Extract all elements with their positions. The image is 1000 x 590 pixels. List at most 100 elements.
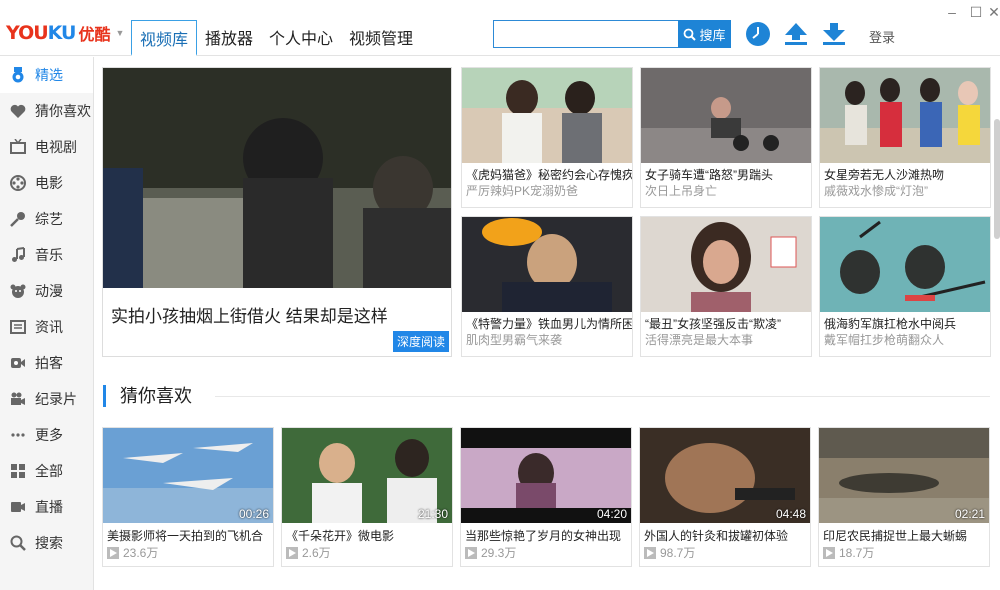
scrollbar[interactable] xyxy=(994,119,1000,239)
heart-icon xyxy=(9,102,27,120)
views-count: 23.6万 xyxy=(123,546,159,560)
card-thumbnail[interactable] xyxy=(641,68,811,163)
video-thumbnail[interactable]: 21:30 xyxy=(282,428,452,523)
card-subtitle: 肌肉型男霸气来袭 xyxy=(466,333,563,347)
youku-logo[interactable]: YOU KU 优酷 ▼ xyxy=(6,22,124,44)
card-title[interactable]: 女子骑车遭“路怒”男踹头 xyxy=(641,163,811,181)
play-count-icon xyxy=(465,546,477,559)
video-card[interactable]: 04:48 外国人的针灸和拔罐初体验 98.7万 xyxy=(639,427,811,567)
sidebar-item-label: 电视剧 xyxy=(35,139,77,155)
card-thumbnail[interactable] xyxy=(820,217,990,312)
video-views: 29.3万 xyxy=(461,542,631,563)
close-icon[interactable]: ✕ xyxy=(986,4,1000,20)
sidebar-item-label: 全部 xyxy=(35,463,63,479)
video-duration: 00:26 xyxy=(238,507,269,521)
featured-card[interactable]: 《虎妈猫爸》秘密约会心存愧疚 严厉辣妈PK宠溺奶爸 xyxy=(461,67,633,208)
video-duration: 04:20 xyxy=(596,507,627,521)
featured-card[interactable]: 女子骑车遭“路怒”男踹头 次日上吊身亡 xyxy=(640,67,812,208)
featured-card[interactable]: 《特警力量》铁血男儿为情所困 肌肉型男霸气来袭 xyxy=(461,216,633,357)
video-title[interactable]: 美摄影师将一天拍到的飞机合 xyxy=(103,523,273,542)
upload-icon[interactable] xyxy=(782,20,810,48)
video-duration: 21:30 xyxy=(417,507,448,521)
logo-text-ku: KU xyxy=(47,22,77,44)
hero-title[interactable]: 实拍小孩抽烟上街借火 结果却是这样 xyxy=(111,302,388,327)
card-title[interactable]: 《特警力量》铁血男儿为情所困 xyxy=(462,312,632,330)
sidebar-item-label: 精选 xyxy=(35,67,63,83)
film-reel-icon xyxy=(9,174,27,192)
featured-hero[interactable]: 实拍小孩抽烟上街借火 结果却是这样 深度阅读 xyxy=(102,67,452,357)
sidebar-item-variety[interactable]: 综艺 xyxy=(0,201,93,237)
search-icon xyxy=(9,534,27,552)
video-views: 18.7万 xyxy=(819,542,989,563)
views-count: 18.7万 xyxy=(839,546,875,560)
tab-player[interactable]: 播放器 xyxy=(197,20,261,54)
sidebar-item-featured[interactable]: 精选 xyxy=(0,57,93,93)
sidebar-item-search[interactable]: 搜索 xyxy=(0,525,93,561)
video-camera-icon xyxy=(9,390,27,408)
card-thumbnail[interactable] xyxy=(462,217,632,312)
video-card[interactable]: 04:20 当那些惊艳了岁月的女神出现 29.3万 xyxy=(460,427,632,567)
maximize-icon[interactable]: ☐ xyxy=(968,4,984,20)
search-input[interactable] xyxy=(493,20,678,48)
sidebar: 精选 猜你喜欢 电视剧 电影 综艺 音乐 动漫 资讯 拍客 纪录片 更多 全部 … xyxy=(0,57,94,590)
video-thumbnail[interactable]: 02:21 xyxy=(819,428,989,523)
sidebar-item-guess[interactable]: 猜你喜欢 xyxy=(0,93,93,129)
video-title[interactable]: 外国人的针灸和拔罐初体验 xyxy=(640,523,810,542)
sidebar-item-all[interactable]: 全部 xyxy=(0,453,93,489)
tab-video-library[interactable]: 视频库 xyxy=(131,20,198,56)
grid-icon xyxy=(9,462,27,480)
featured-card[interactable]: 俄海豹军旗扛枪水中阅兵 戴军帽扛步枪萌翻众人 xyxy=(819,216,991,357)
sidebar-item-movie[interactable]: 电影 xyxy=(0,165,93,201)
card-title[interactable]: 《虎妈猫爸》秘密约会心存愧疚 xyxy=(462,163,632,181)
card-thumbnail[interactable] xyxy=(641,217,811,312)
minimize-icon[interactable]: – xyxy=(944,4,960,20)
video-thumbnail[interactable]: 04:20 xyxy=(461,428,631,523)
play-count-icon xyxy=(286,546,298,559)
video-views: 98.7万 xyxy=(640,542,810,563)
history-clock-icon[interactable] xyxy=(744,20,772,48)
sidebar-item-label: 直播 xyxy=(35,499,63,515)
chevron-down-icon[interactable]: ▼ xyxy=(116,28,125,38)
video-card[interactable]: 02:21 印尼农民捕捉世上最大蜥蜴 18.7万 xyxy=(818,427,990,567)
sidebar-item-music[interactable]: 音乐 xyxy=(0,237,93,273)
sidebar-item-anime[interactable]: 动漫 xyxy=(0,273,93,309)
camera-icon xyxy=(9,354,27,372)
tab-personal-center[interactable]: 个人中心 xyxy=(261,20,341,54)
sidebar-item-label: 拍客 xyxy=(35,355,63,371)
deep-read-badge[interactable]: 深度阅读 xyxy=(392,331,449,352)
video-thumbnail[interactable]: 00:26 xyxy=(103,428,273,523)
card-title[interactable]: “最丑”女孩坚强反击“欺凌” xyxy=(641,312,811,330)
card-thumbnail[interactable] xyxy=(820,68,990,163)
logo-text-cn: 优酷 xyxy=(78,27,111,44)
featured-card[interactable]: 女星旁若无人沙滩热吻 戚薇戏水惨成“灯泡” xyxy=(819,67,991,208)
news-icon xyxy=(9,318,27,336)
video-card[interactable]: 21:30 《千朵花开》微电影 2.6万 xyxy=(281,427,453,567)
featured-card[interactable]: “最丑”女孩坚强反击“欺凌” 活得漂亮是最大本事 xyxy=(640,216,812,357)
music-note-icon xyxy=(9,246,27,264)
sidebar-item-news[interactable]: 资讯 xyxy=(0,309,93,345)
main-content: 实拍小孩抽烟上街借火 结果却是这样 深度阅读 《虎妈猫爸》秘密约会心存愧疚 严厉… xyxy=(95,57,1000,590)
video-title[interactable]: 印尼农民捕捉世上最大蜥蜴 xyxy=(819,523,989,542)
card-title[interactable]: 女星旁若无人沙滩热吻 xyxy=(820,163,990,181)
main-nav: 视频库 播放器 个人中心 视频管理 xyxy=(131,20,421,56)
video-duration: 02:21 xyxy=(954,507,985,521)
section-title-guess: 猜你喜欢 xyxy=(103,385,192,407)
card-thumbnail[interactable] xyxy=(462,68,632,163)
download-icon[interactable] xyxy=(820,20,848,48)
video-card[interactable]: 00:26 美摄影师将一天拍到的飞机合 23.6万 xyxy=(102,427,274,567)
sidebar-item-tv[interactable]: 电视剧 xyxy=(0,129,93,165)
sidebar-item-documentary[interactable]: 纪录片 xyxy=(0,381,93,417)
card-title[interactable]: 俄海豹军旗扛枪水中阅兵 xyxy=(820,312,990,330)
login-link[interactable]: 登录 xyxy=(869,27,895,46)
search-button[interactable]: 搜库 xyxy=(678,20,731,48)
sidebar-item-paike[interactable]: 拍客 xyxy=(0,345,93,381)
hero-thumbnail[interactable] xyxy=(103,68,451,288)
video-title[interactable]: 当那些惊艳了岁月的女神出现 xyxy=(461,523,631,542)
video-title[interactable]: 《千朵花开》微电影 xyxy=(282,523,452,542)
tab-video-management[interactable]: 视频管理 xyxy=(341,20,421,54)
card-subtitle: 次日上吊身亡 xyxy=(645,184,718,198)
card-subtitle: 戴军帽扛步枪萌翻众人 xyxy=(824,333,945,347)
video-thumbnail[interactable]: 04:48 xyxy=(640,428,810,523)
sidebar-item-more[interactable]: 更多 xyxy=(0,417,93,453)
sidebar-item-live[interactable]: 直播 xyxy=(0,489,93,525)
